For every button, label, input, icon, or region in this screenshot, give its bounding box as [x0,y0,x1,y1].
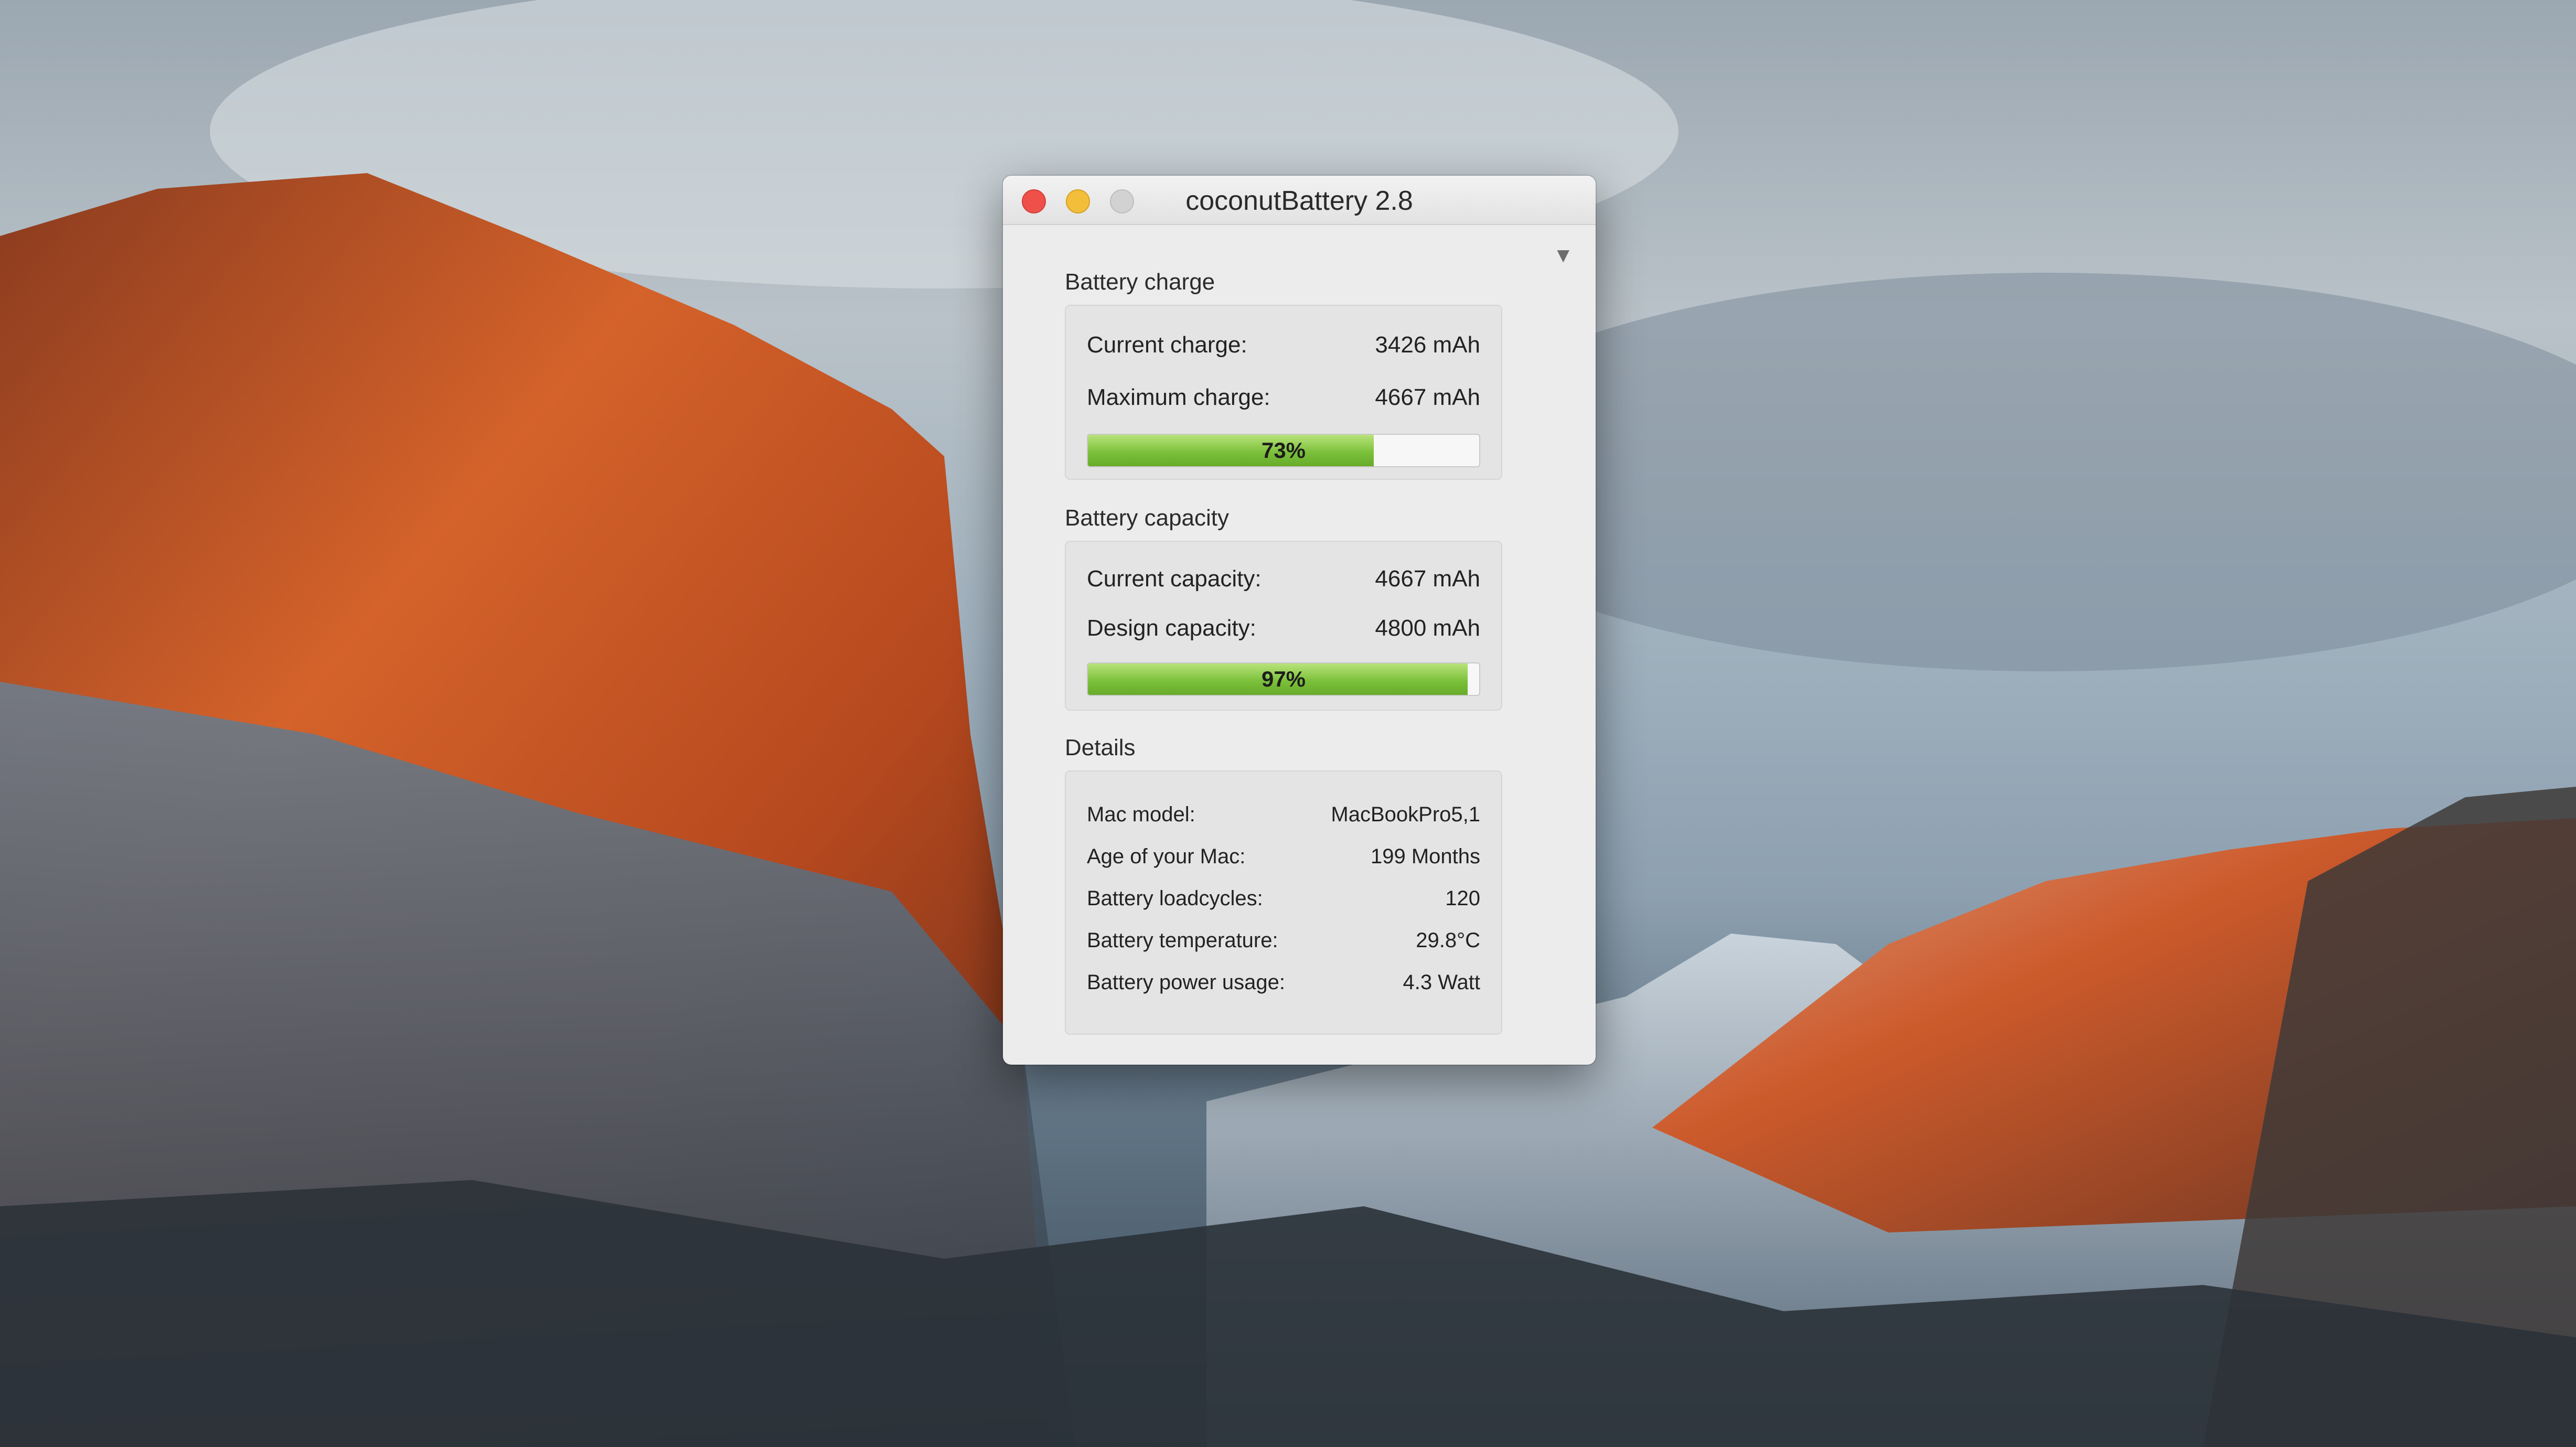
details-value: MacBookPro5,1 [1331,803,1480,826]
details-label: Age of your Mac: [1087,845,1246,868]
battery-capacity-group: Current capacity: 4667 mAh Design capaci… [1065,541,1502,711]
details-value: 199 Months [1370,845,1480,868]
maximum-charge-label: Maximum charge: [1087,384,1270,410]
current-capacity-label: Current capacity: [1087,566,1262,592]
battery-charge-percent: 73% [1261,438,1306,463]
maximum-charge-value: 4667 mAh [1375,384,1480,410]
maximum-charge-row: Maximum charge: 4667 mAh [1087,384,1480,414]
details-row: Battery loadcycles: 120 [1087,887,1480,916]
window-title: coconutBattery 2.8 [1185,186,1413,216]
disclosure-triangle-icon[interactable]: ▼ [1553,244,1574,267]
battery-charge-title: Battery charge [1065,269,1215,295]
details-row: Mac model: MacBookPro5,1 [1087,803,1480,832]
battery-charge-progress-bar: 73% [1087,434,1480,467]
details-label: Mac model: [1087,803,1195,826]
battery-capacity-percent: 97% [1261,667,1306,691]
current-charge-row: Current charge: 3426 mAh [1087,332,1480,361]
details-label: Battery temperature: [1087,929,1278,952]
details-title: Details [1065,735,1136,760]
details-value: 29.8°C [1416,929,1480,952]
details-row: Battery temperature: 29.8°C [1087,929,1480,958]
battery-capacity-progress-bar: 97% [1087,662,1480,696]
details-value: 120 [1445,887,1480,910]
title-bar[interactable]: coconutBattery 2.8 [1003,176,1596,225]
design-capacity-label: Design capacity: [1087,615,1256,641]
coconutbattery-window: coconutBattery 2.8 ▼ Battery charge Curr… [1003,176,1596,1065]
details-row: Age of your Mac: 199 Months [1087,845,1480,874]
battery-capacity-title: Battery capacity [1065,505,1230,531]
details-label: Battery power usage: [1087,971,1285,994]
design-capacity-value: 4800 mAh [1375,615,1480,641]
details-label: Battery loadcycles: [1087,887,1263,910]
details-row: Battery power usage: 4.3 Watt [1087,971,1480,1000]
design-capacity-row: Design capacity: 4800 mAh [1087,615,1480,645]
details-value: 4.3 Watt [1403,971,1480,994]
details-group: Mac model: MacBookPro5,1 Age of your Mac… [1065,770,1502,1035]
current-capacity-value: 4667 mAh [1375,566,1480,592]
current-charge-label: Current charge: [1087,332,1247,358]
current-charge-value: 3426 mAh [1375,332,1480,358]
current-capacity-row: Current capacity: 4667 mAh [1087,566,1480,595]
battery-charge-group: Current charge: 3426 mAh Maximum charge:… [1065,305,1502,480]
